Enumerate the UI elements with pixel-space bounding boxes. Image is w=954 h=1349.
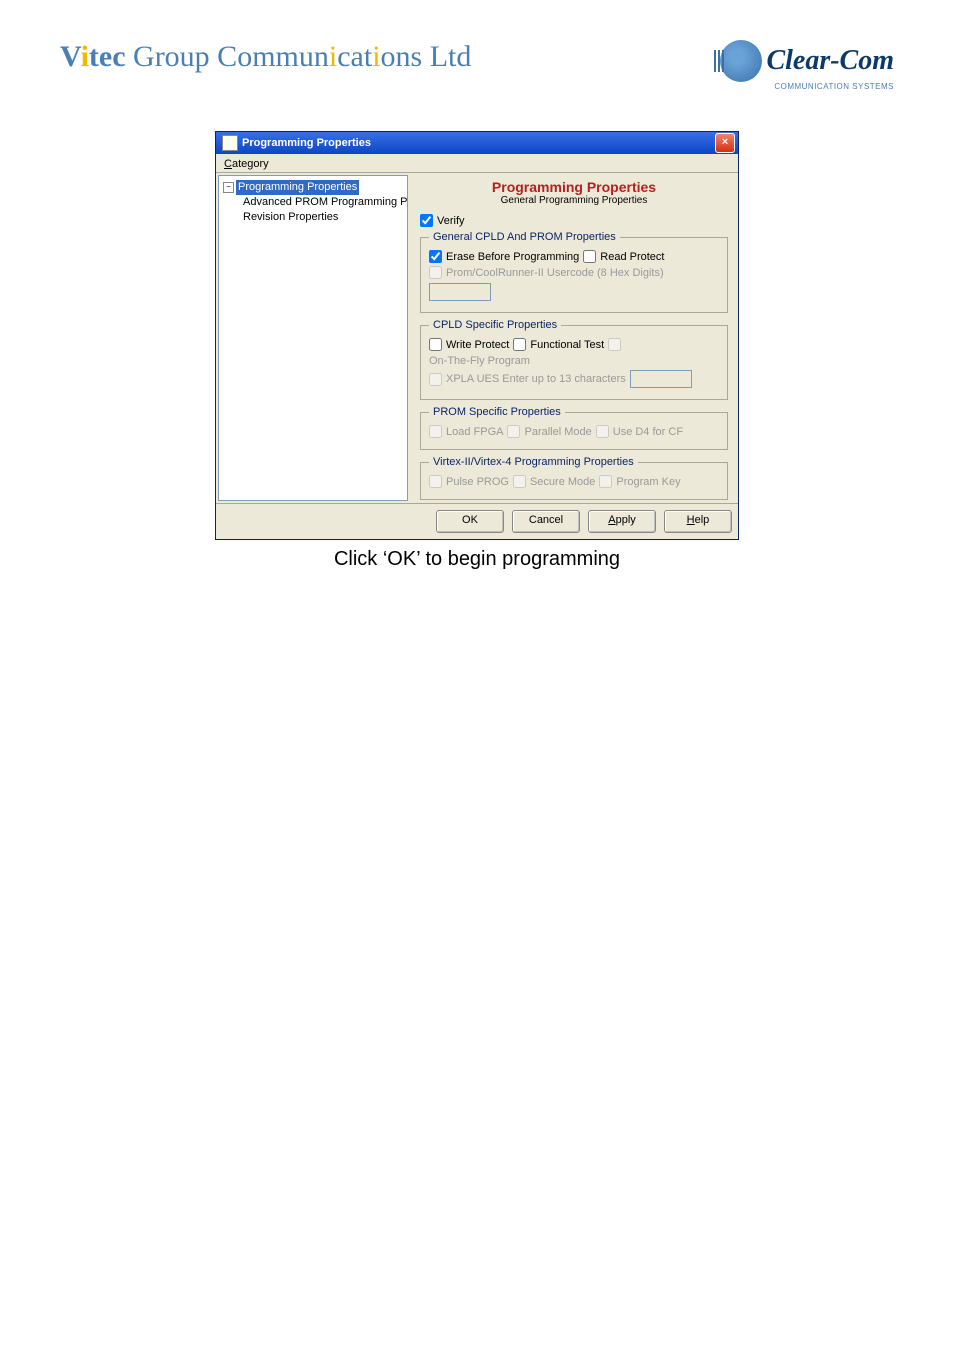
category-tree[interactable]: − Programming Properties Advanced PROM P…	[218, 175, 408, 501]
read-protect-checkbox[interactable]	[583, 250, 596, 263]
load-fpga-label: Load FPGA	[446, 426, 503, 438]
programming-properties-dialog: Programming Properties × Category − Prog…	[215, 131, 739, 540]
usercode-input	[429, 283, 491, 301]
parallel-checkbox	[507, 425, 520, 438]
ok-button[interactable]: OK	[436, 510, 504, 533]
panel-title: Programming Properties	[420, 179, 728, 195]
xpla-input	[630, 370, 692, 388]
close-icon[interactable]: ×	[715, 133, 735, 153]
logo-mark-icon	[720, 40, 762, 82]
tree-item-advanced-prom[interactable]: Advanced PROM Programming Properties	[243, 195, 403, 210]
logo-text: Clear-Com	[766, 45, 894, 77]
write-protect-checkbox[interactable]	[429, 338, 442, 351]
category-label: Category	[216, 154, 738, 173]
verify-label: Verify	[437, 215, 465, 227]
load-fpga-checkbox	[429, 425, 442, 438]
progkey-label: Program Key	[616, 476, 680, 488]
usercode-label: Prom/CoolRunner-II Usercode (8 Hex Digit…	[446, 267, 664, 279]
clearcom-logo: Clear-Com COMMUNICATION SYSTEMS	[720, 40, 894, 91]
group2-legend: CPLD Specific Properties	[429, 319, 561, 331]
d4-checkbox	[596, 425, 609, 438]
panel-subtitle: General Programming Properties	[420, 195, 728, 206]
logo-subtitle: COMMUNICATION SYSTEMS	[774, 82, 894, 91]
caption-text: Click ‘OK’ to begin programming	[215, 548, 739, 571]
cancel-button[interactable]: Cancel	[512, 510, 580, 533]
pulse-label: Pulse PROG	[446, 476, 509, 488]
usercode-checkbox	[429, 266, 442, 279]
xpla-label: XPLA UES Enter up to 13 characters	[446, 373, 626, 385]
dialog-title: Programming Properties	[242, 137, 371, 149]
tree-item-programming-properties[interactable]: Programming Properties	[236, 180, 359, 195]
xpla-checkbox	[429, 373, 442, 386]
group3-legend: PROM Specific Properties	[429, 406, 565, 418]
onthefly-checkbox	[608, 338, 621, 351]
tree-item-revision[interactable]: Revision Properties	[243, 210, 403, 225]
secure-label: Secure Mode	[530, 476, 595, 488]
group4-legend: Virtex-II/Virtex-4 Programming Propertie…	[429, 456, 638, 468]
company-name: Vitec Group Communications Ltd	[60, 40, 471, 74]
help-button[interactable]: Help	[664, 510, 732, 533]
d4-label: Use D4 for CF	[613, 426, 683, 438]
parallel-label: Parallel Mode	[524, 426, 591, 438]
write-protect-label: Write Protect	[446, 339, 509, 351]
functional-test-label: Functional Test	[530, 339, 604, 351]
apply-button[interactable]: Apply	[588, 510, 656, 533]
erase-checkbox[interactable]	[429, 250, 442, 263]
erase-label: Erase Before Programming	[446, 251, 579, 263]
progkey-checkbox	[599, 475, 612, 488]
pulse-checkbox	[429, 475, 442, 488]
titlebar: Programming Properties ×	[216, 132, 738, 154]
functional-test-checkbox[interactable]	[513, 338, 526, 351]
onthefly-label: On-The-Fly Program	[429, 355, 530, 367]
secure-checkbox	[513, 475, 526, 488]
tree-collapse-icon[interactable]: −	[223, 182, 234, 193]
verify-checkbox[interactable]	[420, 214, 433, 227]
group1-legend: General CPLD And PROM Properties	[429, 231, 620, 243]
dialog-icon	[222, 135, 238, 151]
read-protect-label: Read Protect	[600, 251, 664, 263]
